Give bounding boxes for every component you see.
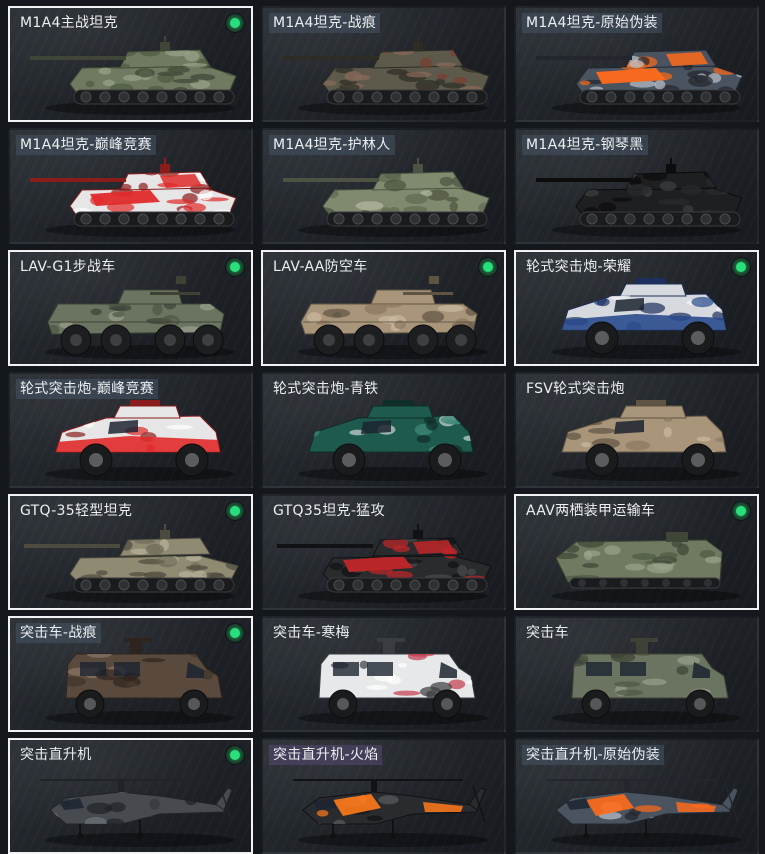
vehicle-turret [619,405,687,419]
tank-barrel [277,544,373,548]
vehicle-card[interactable]: 突击车-战痕 [8,616,253,732]
vehicle-card[interactable]: 轮式突击炮-荣耀 [514,250,759,366]
tank-track [579,211,741,227]
vehicle-name: M1A4坦克-巅峰竞赛 [16,135,156,155]
owned-indicator-icon [226,502,244,520]
vehicle-name: LAV-G1步战车 [20,259,116,275]
owned-indicator-icon [732,258,750,276]
vehicle-name: M1A4坦克-战痕 [269,13,381,33]
tank-track [73,577,235,593]
vehicle-card[interactable]: 突击直升机-火焰 [261,738,506,854]
vehicle-card[interactable]: 轮式突击炮-青铁 [261,372,506,488]
vehicle-card[interactable]: 突击车 [514,616,759,732]
owned-indicator-icon [226,258,244,276]
tank-track [73,89,235,105]
vehicle-name: 轮式突击炮-巅峰竞赛 [16,379,159,399]
tank-track [579,89,741,105]
vehicle-name: FSV轮式突击炮 [526,381,625,397]
tank-barrel [536,56,632,60]
vehicle-name: M1A4主战坦克 [20,15,118,31]
owned-indicator-icon [479,258,497,276]
vehicle-card[interactable]: AAV两栖装甲运输车 [514,494,759,610]
vehicle-card[interactable]: 轮式突击炮-巅峰竞赛 [8,372,253,488]
owned-indicator-icon [226,624,244,642]
tank-barrel [536,178,632,182]
vehicle-turret [619,283,687,297]
vehicle-card[interactable]: M1A4坦克-原始伪装 [514,6,759,122]
vehicle-card[interactable]: M1A4坦克-钢琴黑 [514,128,759,244]
vehicle-name: 突击车-战痕 [16,623,101,643]
owned-indicator-icon [226,14,244,32]
vehicle-card[interactable]: M1A4坦克-护林人 [261,128,506,244]
owned-indicator-icon [732,502,750,520]
vehicle-turret [366,405,434,419]
vehicle-name: 轮式突击炮-青铁 [273,381,379,397]
vehicle-card[interactable]: LAV-G1步战车 [8,250,253,366]
vehicle-card[interactable]: 突击直升机-原始伪装 [514,738,759,854]
tank-track [326,577,488,593]
vehicle-card[interactable]: GTQ35坦克-猛攻 [261,494,506,610]
vehicle-card[interactable]: FSV轮式突击炮 [514,372,759,488]
vehicle-card[interactable]: 突击直升机 [8,738,253,854]
vehicle-name: 轮式突击炮-荣耀 [526,259,632,275]
vehicle-name: LAV-AA防空车 [273,259,368,275]
vehicle-turret [113,405,181,419]
tank-barrel [283,178,379,182]
vehicle-name: M1A4坦克-原始伪装 [522,13,662,33]
vehicle-name: GTQ-35轻型坦克 [20,503,133,519]
vehicle-name: AAV两栖装甲运输车 [526,503,656,519]
vehicle-name: M1A4坦克-钢琴黑 [522,135,648,155]
vehicle-grid: M1A4主战坦克 M1A4坦克-战痕 M1A4坦克-原始伪装 M1A4坦克-巅峰竞赛 M… [0,0,765,854]
vehicle-name: 突击直升机-原始伪装 [522,745,665,765]
vehicle-card[interactable]: 突击车-寒梅 [261,616,506,732]
tank-barrel [30,56,126,60]
vehicle-name: GTQ35坦克-猛攻 [273,503,385,519]
vehicle-name: 突击直升机-火焰 [269,745,383,765]
owned-indicator-icon [226,746,244,764]
vehicle-name: 突击车-寒梅 [273,625,350,641]
vehicle-card[interactable]: M1A4坦克-战痕 [261,6,506,122]
vehicle-card[interactable]: M1A4主战坦克 [8,6,253,122]
vehicle-card[interactable]: M1A4坦克-巅峰竞赛 [8,128,253,244]
tank-barrel [30,178,126,182]
tank-track [326,89,488,105]
vehicle-name: M1A4坦克-护林人 [269,135,395,155]
tank-barrel [283,56,379,60]
vehicle-card[interactable]: LAV-AA防空车 [261,250,506,366]
tank-track [326,211,488,227]
vehicle-card[interactable]: GTQ-35轻型坦克 [8,494,253,610]
tank-track [73,211,235,227]
vehicle-name: 突击直升机 [20,747,92,763]
vehicle-name: 突击车 [526,625,569,641]
tank-barrel [24,544,120,548]
